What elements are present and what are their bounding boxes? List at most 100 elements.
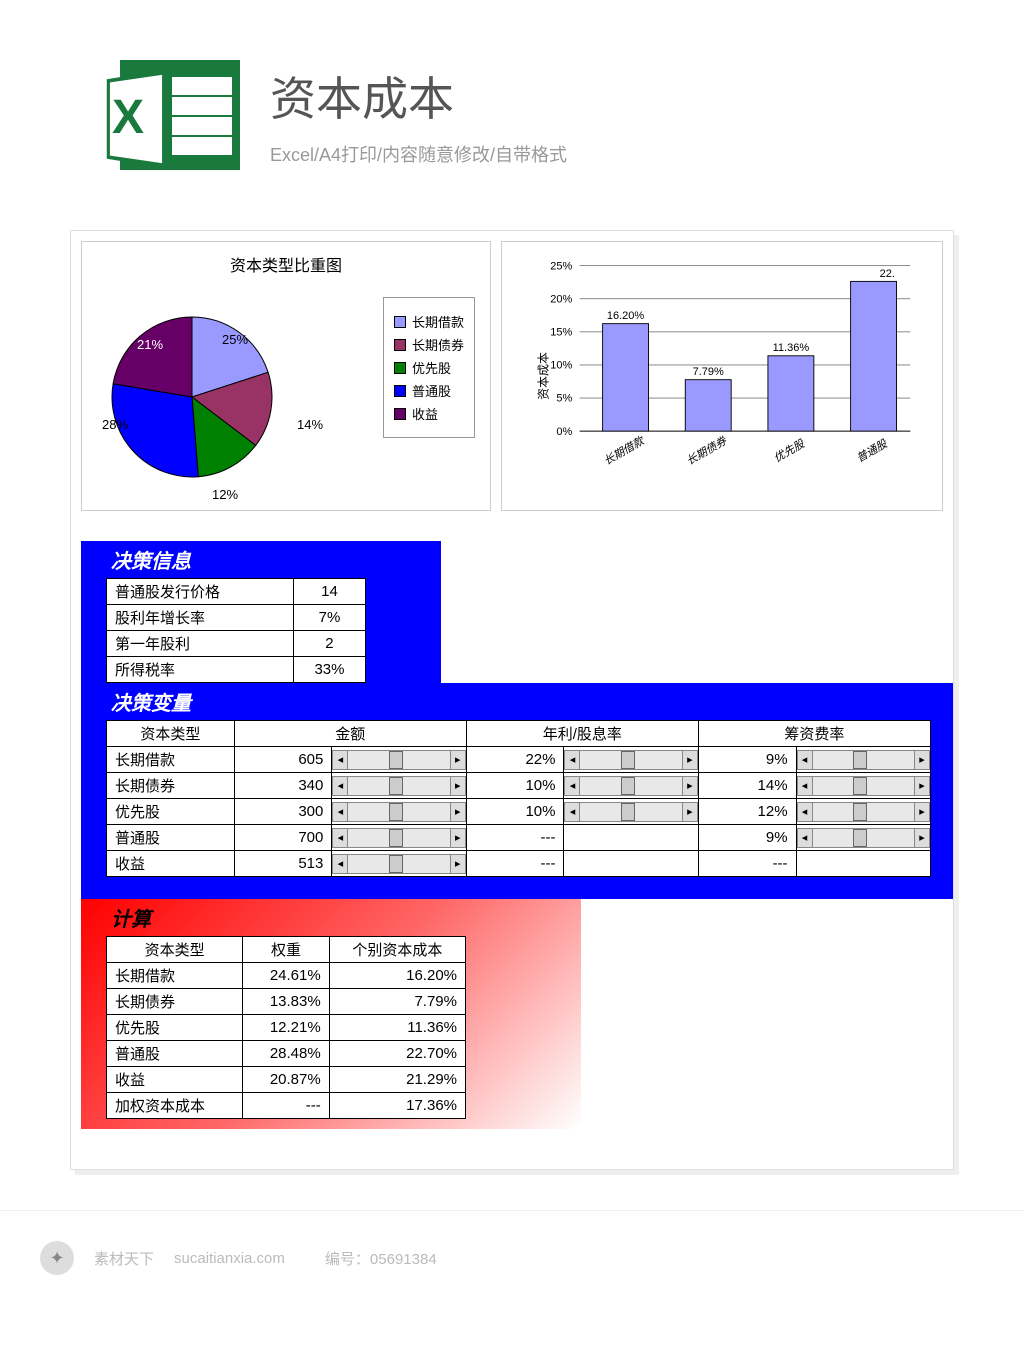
cell-slider[interactable]: ◂▸: [564, 799, 698, 825]
arrow-right-icon[interactable]: ▸: [914, 750, 930, 770]
svg-text:16.20%: 16.20%: [607, 310, 645, 322]
cell-slider[interactable]: ◂▸: [796, 747, 930, 773]
arrow-left-icon[interactable]: ◂: [797, 776, 813, 796]
decision-section: 决策信息 普通股发行价格14股利年增长率7%第一年股利2所得税率33%: [81, 541, 441, 683]
arrow-right-icon[interactable]: ▸: [914, 776, 930, 796]
arrow-left-icon[interactable]: ◂: [797, 802, 813, 822]
cell-type: 普通股: [107, 1041, 243, 1067]
cell-slider[interactable]: ◂▸: [332, 825, 466, 851]
cell-type: 长期债券: [107, 989, 243, 1015]
cell-slider[interactable]: ◂▸: [564, 747, 698, 773]
arrow-left-icon[interactable]: ◂: [332, 750, 348, 770]
table-row: 所得税率33%: [107, 657, 366, 683]
cell-slider[interactable]: ◂▸: [332, 747, 466, 773]
arrow-left-icon[interactable]: ◂: [564, 750, 580, 770]
cell-weight: 12.21%: [243, 1015, 329, 1041]
cell-amount[interactable]: 605: [234, 747, 332, 773]
arrow-right-icon[interactable]: ▸: [914, 802, 930, 822]
cell-fee[interactable]: 12%: [698, 799, 796, 825]
bar-svg: 资本成本 25% 20% 15% 10% 5% 0% 16.20%: [512, 252, 932, 500]
cell-slider[interactable]: [564, 851, 698, 877]
arrow-right-icon[interactable]: ▸: [914, 828, 930, 848]
arrow-right-icon[interactable]: ▸: [450, 802, 466, 822]
arrow-left-icon[interactable]: ◂: [797, 750, 813, 770]
pie-svg: [92, 302, 292, 492]
cell-type: 长期借款: [107, 747, 235, 773]
svg-text:22.: 22.: [880, 268, 895, 280]
slider-control[interactable]: ◂▸: [332, 853, 465, 875]
slider-control[interactable]: ◂▸: [564, 775, 697, 797]
cell-rate[interactable]: ---: [466, 825, 564, 851]
table-row: 普通股 28.48% 22.70%: [107, 1041, 466, 1067]
cell-slider[interactable]: [796, 851, 930, 877]
arrow-left-icon[interactable]: ◂: [332, 776, 348, 796]
cell-slider[interactable]: ◂▸: [332, 773, 466, 799]
arrow-right-icon[interactable]: ▸: [682, 802, 698, 822]
col-header: 权重: [243, 937, 329, 963]
decision-info-table: 普通股发行价格14股利年增长率7%第一年股利2所得税率33%: [106, 578, 366, 683]
cell-slider[interactable]: ◂▸: [332, 851, 466, 877]
table-row: 第一年股利2: [107, 631, 366, 657]
cell-weight: 28.48%: [243, 1041, 329, 1067]
cell-value[interactable]: 33%: [293, 657, 365, 683]
cell-value[interactable]: 14: [293, 579, 365, 605]
arrow-left-icon[interactable]: ◂: [332, 802, 348, 822]
cell-cost: 7.79%: [329, 989, 465, 1015]
cell-amount[interactable]: 700: [234, 825, 332, 851]
pie-legend: 长期借款 长期债券 优先股 普通股 收益: [383, 297, 475, 438]
page-subtitle: Excel/A4打印/内容随意修改/自带格式: [270, 141, 567, 167]
cell-fee[interactable]: ---: [698, 851, 796, 877]
table-row: 长期借款 605 ◂▸ 22% ◂▸ 9% ◂▸: [107, 747, 931, 773]
cell-label: 第一年股利: [107, 631, 294, 657]
slider-control[interactable]: ◂▸: [797, 827, 930, 849]
arrow-right-icon[interactable]: ▸: [450, 828, 466, 848]
slider-control[interactable]: ◂▸: [332, 827, 465, 849]
slider-control[interactable]: ◂▸: [332, 801, 465, 823]
slider-control[interactable]: ◂▸: [797, 749, 930, 771]
slider-control[interactable]: ◂▸: [564, 801, 697, 823]
col-header: 个别资本成本: [329, 937, 465, 963]
decision-var-section: 决策变量 资本类型 金额 年利/股息率 筹资费率 长期借款 605 ◂▸ 22%…: [81, 683, 953, 899]
cell-value[interactable]: 2: [293, 631, 365, 657]
arrow-right-icon[interactable]: ▸: [450, 854, 466, 874]
cell-rate[interactable]: 22%: [466, 747, 564, 773]
cell-slider[interactable]: ◂▸: [332, 799, 466, 825]
slider-control[interactable]: ◂▸: [797, 775, 930, 797]
cell-value[interactable]: 7%: [293, 605, 365, 631]
arrow-left-icon[interactable]: ◂: [332, 828, 348, 848]
cell-slider[interactable]: ◂▸: [796, 773, 930, 799]
slider-control[interactable]: ◂▸: [332, 749, 465, 771]
cell-slider[interactable]: ◂▸: [796, 825, 930, 851]
cell-slider[interactable]: ◂▸: [564, 773, 698, 799]
cell-type: 收益: [107, 1067, 243, 1093]
cell-fee[interactable]: 14%: [698, 773, 796, 799]
arrow-left-icon[interactable]: ◂: [332, 854, 348, 874]
cell-slider[interactable]: ◂▸: [796, 799, 930, 825]
cell-type: 收益: [107, 851, 235, 877]
arrow-right-icon[interactable]: ▸: [450, 750, 466, 770]
cell-rate[interactable]: 10%: [466, 773, 564, 799]
slider-control[interactable]: ◂▸: [797, 801, 930, 823]
cell-weight: 13.83%: [243, 989, 329, 1015]
excel-icon: X: [120, 60, 240, 170]
arrow-right-icon[interactable]: ▸: [450, 776, 466, 796]
cell-rate[interactable]: ---: [466, 851, 564, 877]
arrow-left-icon[interactable]: ◂: [564, 802, 580, 822]
arrow-right-icon[interactable]: ▸: [682, 750, 698, 770]
slider-control[interactable]: ◂▸: [332, 775, 465, 797]
cell-rate[interactable]: 10%: [466, 799, 564, 825]
cell-cost: 21.29%: [329, 1067, 465, 1093]
cell-amount[interactable]: 513: [234, 851, 332, 877]
arrow-left-icon[interactable]: ◂: [564, 776, 580, 796]
cell-amount[interactable]: 340: [234, 773, 332, 799]
cell-slider[interactable]: [564, 825, 698, 851]
cell-fee[interactable]: 9%: [698, 825, 796, 851]
slider-control[interactable]: ◂▸: [564, 749, 697, 771]
cell-weight: ---: [243, 1093, 329, 1119]
arrow-left-icon[interactable]: ◂: [797, 828, 813, 848]
pie-chart: 资本类型比重图 25% 14% 12% 28% 21% 长期借款 长期债券 优先…: [81, 241, 491, 511]
cell-fee[interactable]: 9%: [698, 747, 796, 773]
table-row: 普通股 700 ◂▸ --- 9% ◂▸: [107, 825, 931, 851]
arrow-right-icon[interactable]: ▸: [682, 776, 698, 796]
cell-amount[interactable]: 300: [234, 799, 332, 825]
